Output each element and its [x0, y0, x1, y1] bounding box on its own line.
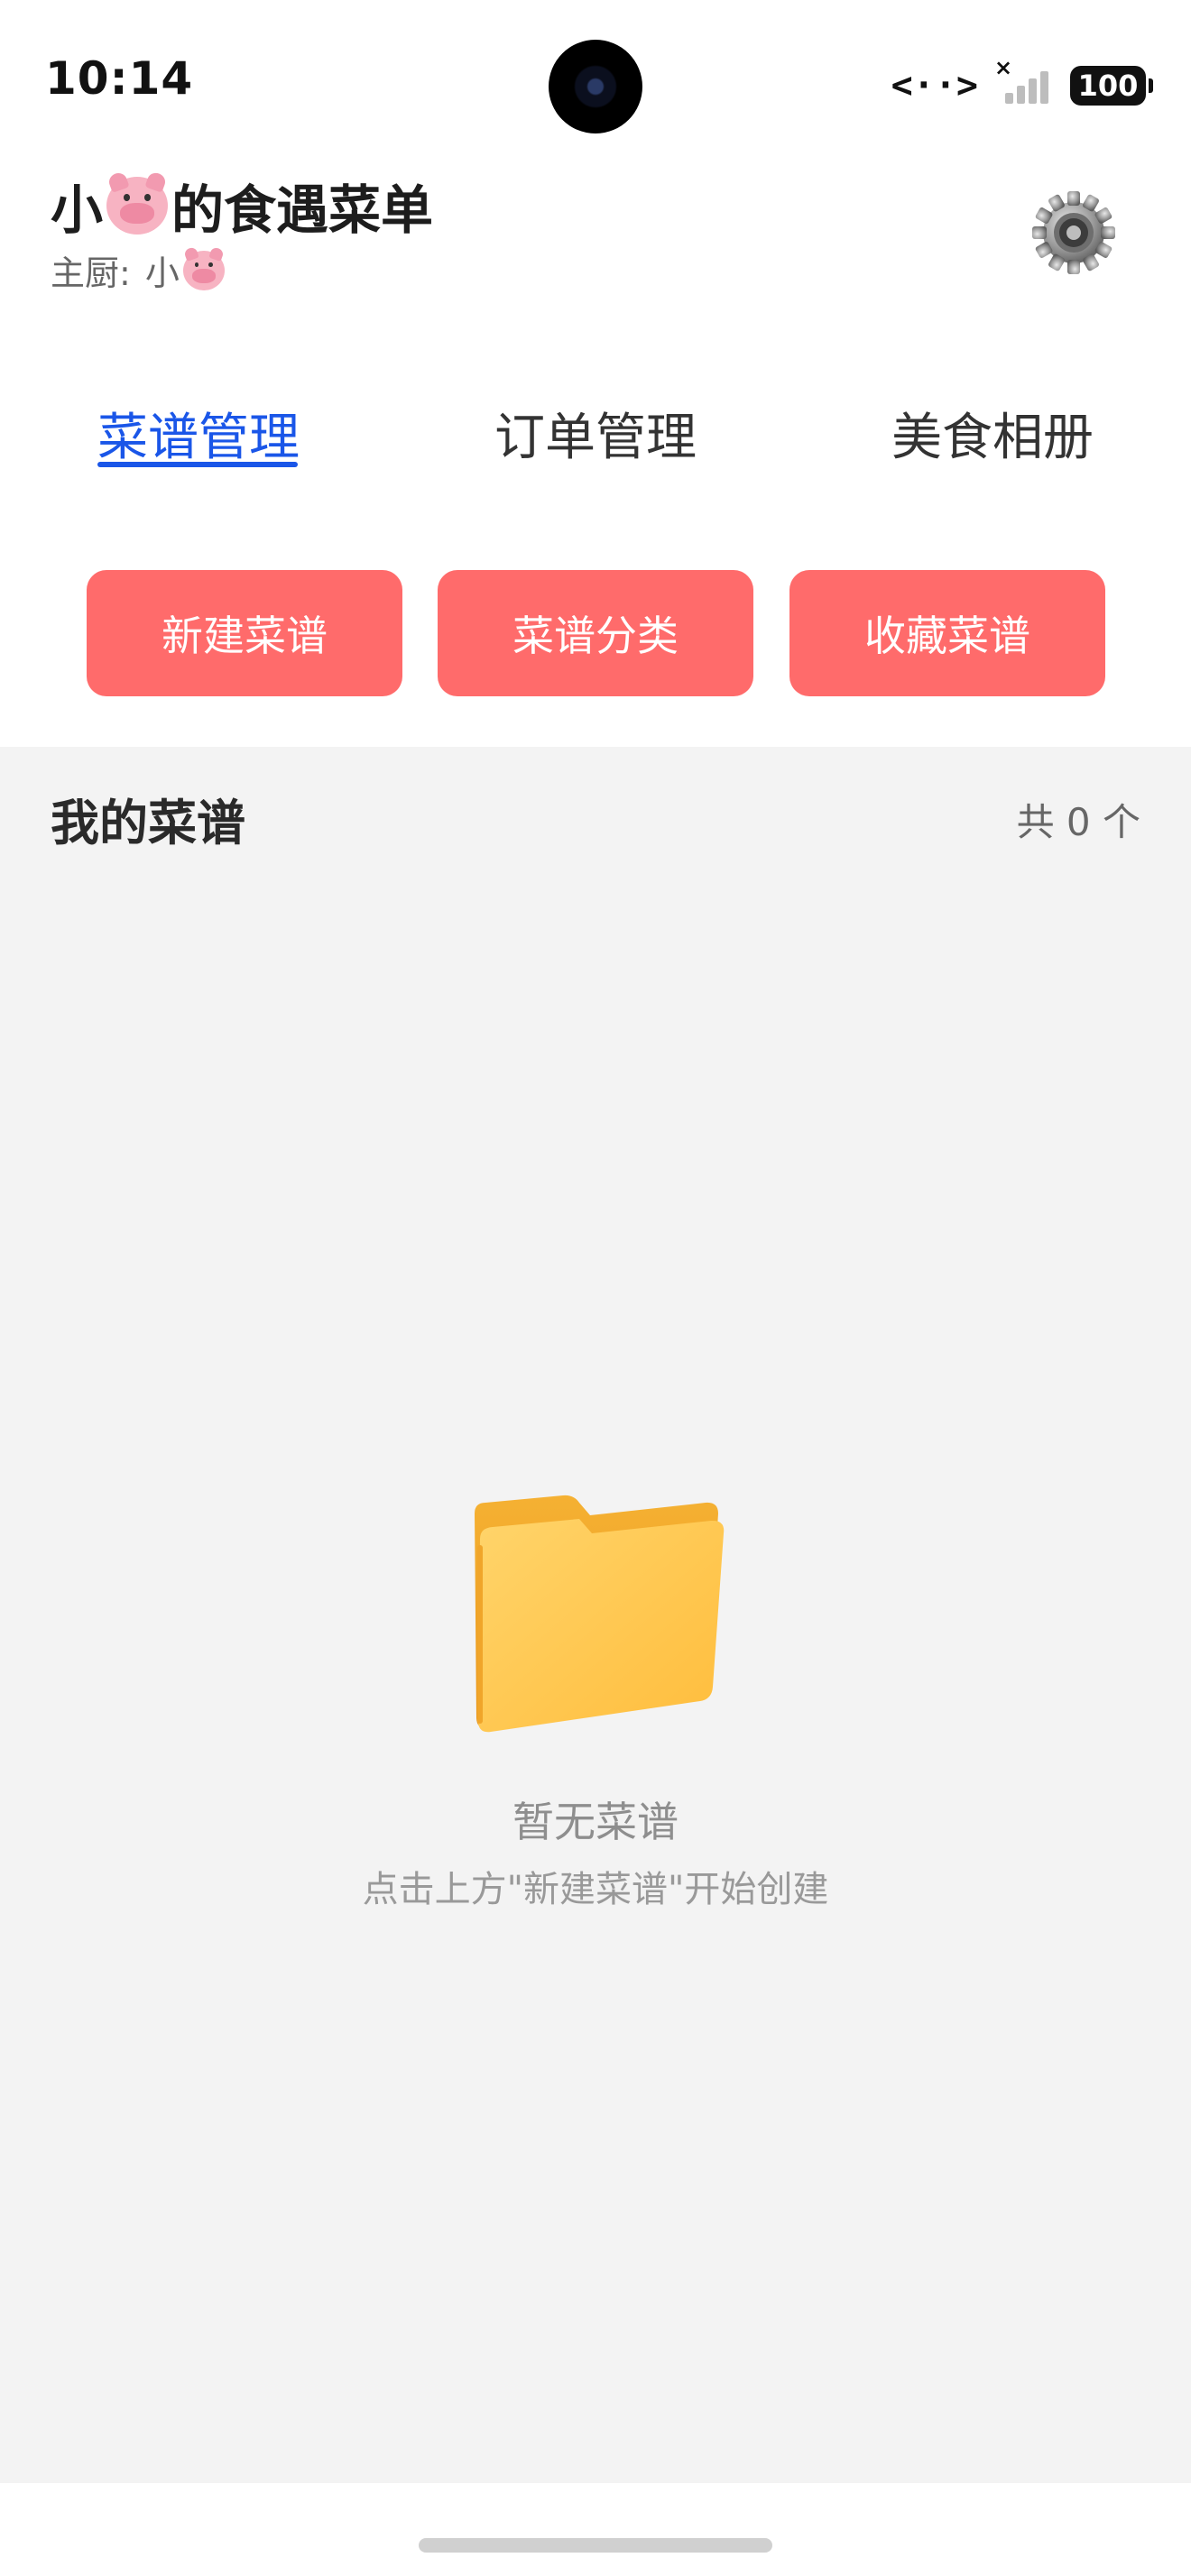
- signal-no-service-icon: ×: [994, 55, 1054, 107]
- status-time: 10:14: [45, 52, 194, 105]
- data-transfer-icon: <··>: [891, 65, 978, 106]
- app-title-prefix: 小: [51, 179, 104, 241]
- front-camera: [549, 40, 642, 133]
- chef-name: 小: [144, 253, 180, 293]
- battery-level: 100: [1077, 69, 1139, 103]
- pig-face-icon: [182, 245, 225, 290]
- recipe-category-button[interactable]: 菜谱分类: [438, 570, 753, 696]
- app-title: 小 的食遇菜单: [51, 168, 433, 244]
- favorite-recipes-button[interactable]: 收藏菜谱: [789, 570, 1105, 696]
- section-title: 我的菜谱: [51, 795, 245, 851]
- empty-state-hint: 点击上方"新建菜谱"开始创建: [362, 1869, 829, 1910]
- tab-order-management[interactable]: 订单管理: [494, 397, 697, 470]
- app-title-suffix: 的食遇菜单: [171, 179, 434, 241]
- folder-icon: [464, 1476, 734, 1746]
- new-recipe-button[interactable]: 新建菜谱: [87, 570, 402, 696]
- active-tab-indicator: [97, 462, 298, 467]
- pig-face-icon: [106, 170, 169, 235]
- gear-icon: [1032, 191, 1115, 274]
- battery-icon: 100: [1070, 66, 1153, 106]
- recipe-count: 共 0 个: [1016, 800, 1140, 844]
- tab-recipe-management[interactable]: 菜谱管理: [97, 397, 300, 470]
- empty-state-title: 暂无菜谱: [512, 1798, 679, 1846]
- status-icons: <··> × 100: [891, 55, 1153, 108]
- chef-line: 主厨: 小: [51, 245, 225, 295]
- settings-button[interactable]: [1030, 189, 1117, 276]
- home-indicator[interactable]: [419, 2538, 772, 2553]
- tab-food-album[interactable]: 美食相册: [891, 397, 1094, 470]
- chef-label: 主厨:: [51, 253, 131, 293]
